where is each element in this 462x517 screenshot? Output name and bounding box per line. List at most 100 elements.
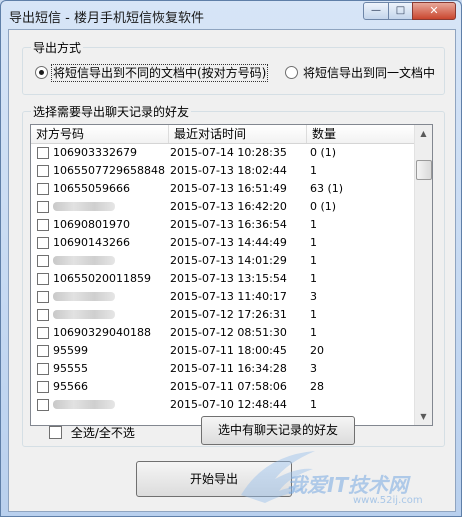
redacted-number [53,398,115,412]
radio-unselected-icon[interactable] [285,66,298,79]
row-checkbox[interactable] [37,201,49,213]
redacted-blur [53,400,115,409]
row-number: 1065507729658848 [53,164,165,177]
row-count: 1 [310,398,317,411]
row-checkbox[interactable] [37,147,49,159]
row-time: 2015-07-13 14:44:49 [170,236,287,249]
row-count: 0 (1) [310,200,337,213]
scroll-up-arrow-icon[interactable]: ▲ [415,125,432,142]
row-time: 2015-07-13 16:51:49 [170,182,287,195]
row-number: 10690329040188 [53,326,151,339]
row-checkbox[interactable] [37,183,49,195]
row-checkbox[interactable] [37,165,49,177]
row-checkbox[interactable] [37,327,49,339]
row-time: 2015-07-13 16:42:20 [170,200,287,213]
list-item[interactable]: 95566 2015-07-11 07:58:06 28 [31,378,414,396]
list-item[interactable]: 10655020011859 2015-07-13 13:15:54 1 [31,270,414,288]
list-header: 对方号码 最近对话时间 数量 [31,125,414,144]
list-item[interactable]: 10690329040188 2015-07-12 08:51:30 1 [31,324,414,342]
redacted-number [53,308,115,322]
row-checkbox[interactable] [37,345,49,357]
redacted-blur [53,256,115,265]
radio-selected-icon[interactable] [35,66,48,79]
maximize-button[interactable]: □ [388,2,413,20]
list-item[interactable]: 106903332679 2015-07-14 10:28:35 0 (1) [31,144,414,162]
row-time: 2015-07-10 12:48:44 [170,398,287,411]
list-item[interactable]: 2015-07-13 14:01:29 1 [31,252,414,270]
row-checkbox[interactable] [37,219,49,231]
radio-export-single[interactable]: 将短信导出到同一文档中 [285,64,435,80]
row-number: 95566 [53,380,88,393]
select-all-checkbox[interactable]: 全选/全不选 [49,424,135,441]
column-header-count[interactable]: 数量 [307,125,414,143]
row-number: 10690801970 [53,218,130,231]
row-checkbox[interactable] [37,237,49,249]
row-count: 1 [310,272,317,285]
row-number: 106903332679 [53,146,137,159]
row-count: 20 [310,344,324,357]
row-checkbox[interactable] [37,399,49,411]
list-item[interactable]: 2015-07-13 16:42:20 0 (1) [31,198,414,216]
row-checkbox[interactable] [37,273,49,285]
scroll-down-arrow-icon[interactable]: ▼ [415,408,432,425]
row-time: 2015-07-13 16:36:54 [170,218,287,231]
scroll-thumb[interactable] [416,160,432,180]
row-count: 1 [310,326,317,339]
minimize-button[interactable]: — [363,2,389,20]
list-item[interactable]: 10690801970 2015-07-13 16:36:54 1 [31,216,414,234]
row-time: 2015-07-13 14:01:29 [170,254,287,267]
export-sms-window: 导出短信 - 楼月手机短信恢复软件 — □ ✕ 导出方式 将短信导出到不同的文档… [0,0,462,517]
row-checkbox[interactable] [37,381,49,393]
row-checkbox[interactable] [37,255,49,267]
row-count: 1 [310,218,317,231]
row-number: 10655059666 [53,182,130,195]
list-item[interactable]: 95599 2015-07-11 18:00:45 20 [31,342,414,360]
friends-group-title: 选择需要导出聊天记录的好友 [31,103,192,120]
row-count: 1 [310,164,317,177]
select-all-checkbox-box[interactable] [49,426,62,439]
row-time: 2015-07-11 16:34:28 [170,362,287,375]
select-with-chat-button[interactable]: 选中有聊天记录的好友 [201,416,355,445]
window-title: 导出短信 - 楼月手机短信恢复软件 [9,11,204,26]
start-export-button[interactable]: 开始导出 [136,461,292,497]
row-number: 95599 [53,344,88,357]
column-header-number[interactable]: 对方号码 [31,125,169,143]
radio-export-single-label: 将短信导出到同一文档中 [303,66,436,80]
list-item[interactable]: 10655059666 2015-07-13 16:51:49 63 (1) [31,180,414,198]
row-checkbox[interactable] [37,291,49,303]
radio-export-separate[interactable]: 将短信导出到不同的文档中(按对方号码) [35,64,269,82]
redacted-blur [53,292,115,301]
row-time: 2015-07-13 18:02:44 [170,164,287,177]
vertical-scrollbar[interactable]: ▲ ▼ [414,125,432,425]
list-item[interactable]: 10690143266 2015-07-13 14:44:49 1 [31,234,414,252]
column-header-time[interactable]: 最近对话时间 [169,125,307,143]
list-item[interactable]: 95555 2015-07-11 16:34:28 3 [31,360,414,378]
row-count: 1 [310,254,317,267]
row-count: 1 [310,236,317,249]
radio-export-separate-label: 将短信导出到不同的文档中(按对方号码) [50,64,269,82]
close-button[interactable]: ✕ [412,2,456,20]
row-count: 0 (1) [310,146,337,159]
list-item[interactable]: 1065507729658848 2015-07-13 18:02:44 1 [31,162,414,180]
redacted-number [53,290,115,304]
row-time: 2015-07-13 13:15:54 [170,272,287,285]
row-time: 2015-07-12 08:51:30 [170,326,287,339]
row-number: 10690143266 [53,236,130,249]
row-count: 3 [310,362,317,375]
friends-list[interactable]: 对方号码 最近对话时间 数量 106903332679 2015-07-14 10… [30,124,433,426]
list-item[interactable]: 2015-07-12 17:26:31 1 [31,306,414,324]
row-time: 2015-07-13 11:40:17 [170,290,287,303]
list-item[interactable]: 2015-07-10 12:48:44 1 [31,396,414,414]
dialog-body: 导出方式 将短信导出到不同的文档中(按对方号码) 将短信导出到同一文档中 选择需… [8,29,456,512]
row-time: 2015-07-14 10:28:35 [170,146,287,159]
row-number: 10655020011859 [53,272,151,285]
row-count: 3 [310,290,317,303]
select-all-label: 全选/全不选 [70,426,135,440]
row-count: 1 [310,308,317,321]
export-mode-title: 导出方式 [31,39,84,56]
row-checkbox[interactable] [37,363,49,375]
title-bar[interactable]: 导出短信 - 楼月手机短信恢复软件 — □ ✕ [1,1,461,29]
row-checkbox[interactable] [37,309,49,321]
redacted-blur [53,202,115,211]
list-item[interactable]: 2015-07-13 11:40:17 3 [31,288,414,306]
